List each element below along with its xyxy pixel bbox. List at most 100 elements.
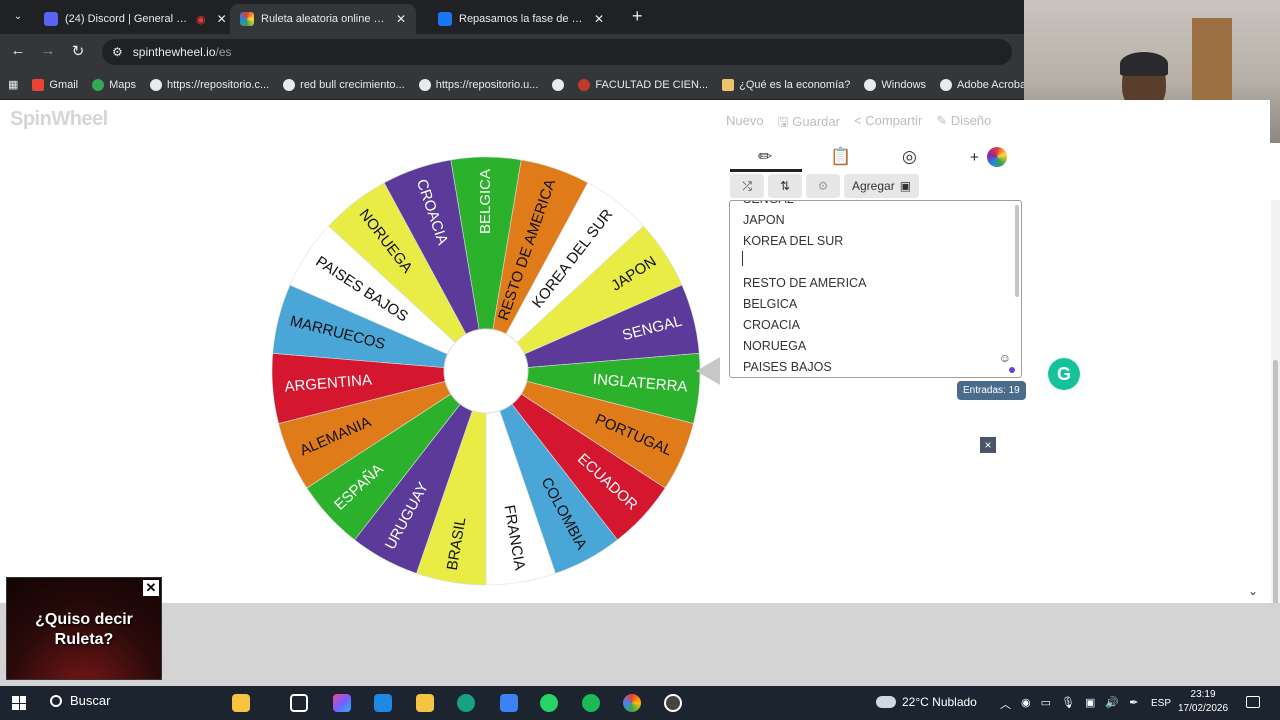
- add-color-button[interactable]: +: [970, 147, 1007, 167]
- close-tab-icon[interactable]: ✕: [396, 12, 406, 26]
- edge-icon[interactable]: [457, 694, 475, 712]
- globe-icon: [864, 78, 877, 91]
- clock[interactable]: 23:19 17/02/2026: [1178, 688, 1228, 716]
- text-caret: [742, 251, 743, 266]
- active-tab-indicator: [730, 169, 802, 172]
- ad-banner[interactable]: ¿Quiso decir Ruleta? ✕: [6, 577, 162, 680]
- menu-save[interactable]: 🖫 Guardar: [778, 113, 840, 135]
- back-icon[interactable]: ←: [8, 42, 28, 59]
- menu-label: Nuevo: [726, 113, 764, 128]
- tab-search-icon[interactable]: ⌄: [8, 8, 28, 26]
- emoji-icon[interactable]: ☺: [999, 351, 1011, 365]
- menu-share[interactable]: < Compartir: [854, 113, 922, 135]
- bookmark-windows[interactable]: Windows: [864, 78, 926, 91]
- search-label: Buscar: [70, 693, 111, 708]
- bookmark-label: Adobe Acrobat: [957, 78, 1030, 91]
- network-icon[interactable]: ▣: [1085, 696, 1095, 712]
- site-info-icon[interactable]: ⚙: [112, 45, 123, 59]
- browser-tab-fase[interactable]: Repasamos la fase de clasificaci ✕: [428, 4, 614, 34]
- copilot-sparkle-icon[interactable]: [232, 694, 250, 712]
- wheel-segment-label: BELGICA: [477, 169, 494, 234]
- spin-wheel[interactable]: BELGICA RESTO DE AMERICAKOREA DEL SURJAPO…: [260, 145, 712, 597]
- forward-icon[interactable]: →: [38, 42, 58, 59]
- wheel-center-hub[interactable]: [443, 328, 529, 414]
- edit-pencil-icon[interactable]: ✏: [758, 147, 772, 167]
- recording-icon: ◉: [196, 13, 206, 26]
- clock-time: 23:19: [1190, 689, 1216, 700]
- site-logo[interactable]: SpinWheel: [10, 108, 108, 131]
- bookmark-red-bull[interactable]: red bull crecimiento...: [283, 78, 405, 91]
- spotify-icon[interactable]: [582, 694, 600, 712]
- ad-close-icon[interactable]: ✕: [143, 580, 159, 596]
- outlook-icon[interactable]: [374, 694, 392, 712]
- sort-button[interactable]: ⇅: [768, 174, 802, 198]
- close-tab-icon[interactable]: ✕: [594, 12, 604, 26]
- weather-label: 22°C Nublado: [902, 695, 977, 709]
- globe-icon: [418, 78, 431, 91]
- address-bar[interactable]: ⚙ spinthewheel.io/es: [102, 39, 1012, 65]
- record-icon[interactable]: ◉: [1021, 696, 1031, 712]
- wheel-pointer: [696, 357, 720, 385]
- close-icon[interactable]: ×: [980, 437, 996, 453]
- windows-start-icon[interactable]: [12, 696, 26, 710]
- volume-icon[interactable]: 🔊: [1105, 696, 1119, 712]
- chevron-down-icon[interactable]: ⌄: [1248, 584, 1258, 598]
- add-image-button[interactable]: Agregar ▣: [844, 174, 920, 198]
- whatsapp-icon[interactable]: [540, 694, 558, 712]
- bookmark-label: FACULTAD DE CIEN...: [595, 78, 709, 91]
- reload-icon[interactable]: ↻: [68, 42, 88, 60]
- gmail-icon: [32, 78, 45, 91]
- browser-tab-ruleta[interactable]: Ruleta aleatoria online – ruleta ✕: [230, 4, 417, 34]
- copilot-icon[interactable]: [333, 694, 351, 712]
- notifications-icon[interactable]: [1246, 696, 1260, 708]
- file-explorer-icon[interactable]: [416, 694, 434, 712]
- new-tab-button[interactable]: +: [632, 6, 643, 27]
- grammarly-icon[interactable]: G: [1048, 358, 1080, 390]
- apps-grid-icon[interactable]: ▦: [8, 78, 18, 91]
- task-view-icon[interactable]: [290, 694, 308, 712]
- mail-icon[interactable]: [500, 694, 518, 712]
- bookmark-repositorio-c[interactable]: https://repositorio.c...: [150, 78, 269, 91]
- close-tab-icon[interactable]: ✕: [217, 12, 227, 26]
- menu-label: Guardar: [792, 114, 840, 129]
- bookmark-economia[interactable]: ¿Qué es la economía?: [722, 78, 850, 91]
- entry-line: NORUEGA: [743, 339, 807, 353]
- weather-widget[interactable]: 22°C Nublado: [876, 695, 977, 709]
- taskbar-search[interactable]: Buscar: [50, 693, 110, 708]
- bookmark-label: red bull crecimiento...: [300, 78, 405, 91]
- sort-icon: ⇅: [779, 179, 791, 193]
- chrome-icon[interactable]: [623, 694, 641, 712]
- spinwheel-favicon-icon: [240, 12, 254, 26]
- browser-tab-discord[interactable]: (24) Discord | General | Con ◉ ✕: [34, 4, 237, 34]
- bookmark-repositorio-u[interactable]: https://repositorio.u...: [418, 78, 538, 91]
- language-indicator[interactable]: ESP: [1151, 698, 1171, 709]
- settings-button[interactable]: ⚙: [806, 174, 840, 198]
- bookmark-maps[interactable]: Maps: [92, 78, 136, 91]
- entries-list: SENGAL JAPON KOREA DEL SUR RESTO DE AMERIC…: [743, 201, 867, 377]
- bookmark-facultad[interactable]: FACULTAD DE CIEN...: [578, 78, 709, 91]
- tray-chevron-icon[interactable]: ︿: [1000, 696, 1011, 712]
- bookmark-unnamed[interactable]: [552, 78, 565, 91]
- menu-design[interactable]: ✎ Diseño: [936, 113, 991, 135]
- bookmark-acrobat[interactable]: Adobe Acrobat: [940, 78, 1030, 91]
- bookmark-gmail[interactable]: Gmail: [32, 78, 79, 91]
- entry-line: CROACIA: [743, 318, 800, 332]
- color-wheel-icon: [986, 147, 1007, 167]
- university-icon: [578, 78, 591, 91]
- globe-icon: [150, 78, 163, 91]
- entries-scrollbar[interactable]: [1015, 205, 1019, 297]
- menu-new[interactable]: Nuevo: [726, 113, 764, 135]
- obs-icon[interactable]: [664, 694, 682, 712]
- entries-textarea[interactable]: SENGAL JAPON KOREA DEL SUR RESTO DE AMERIC…: [729, 200, 1022, 378]
- clipboard-icon[interactable]: 📋: [830, 147, 851, 167]
- bookmark-label: Gmail: [49, 78, 79, 91]
- pen-icon[interactable]: ✒: [1129, 696, 1138, 712]
- entry-line: PAISES BAJOS: [743, 360, 832, 374]
- maps-icon: [92, 78, 105, 91]
- battery-icon[interactable]: ▭: [1041, 696, 1051, 712]
- entry-line: RESTO DE AMERICA: [743, 276, 867, 290]
- shuffle-button[interactable]: ⤮: [730, 174, 764, 198]
- save-icon: 🖫: [777, 114, 793, 129]
- microphone-icon[interactable]: 🎙: [1061, 696, 1075, 712]
- hide-eye-icon[interactable]: ◎: [902, 147, 917, 167]
